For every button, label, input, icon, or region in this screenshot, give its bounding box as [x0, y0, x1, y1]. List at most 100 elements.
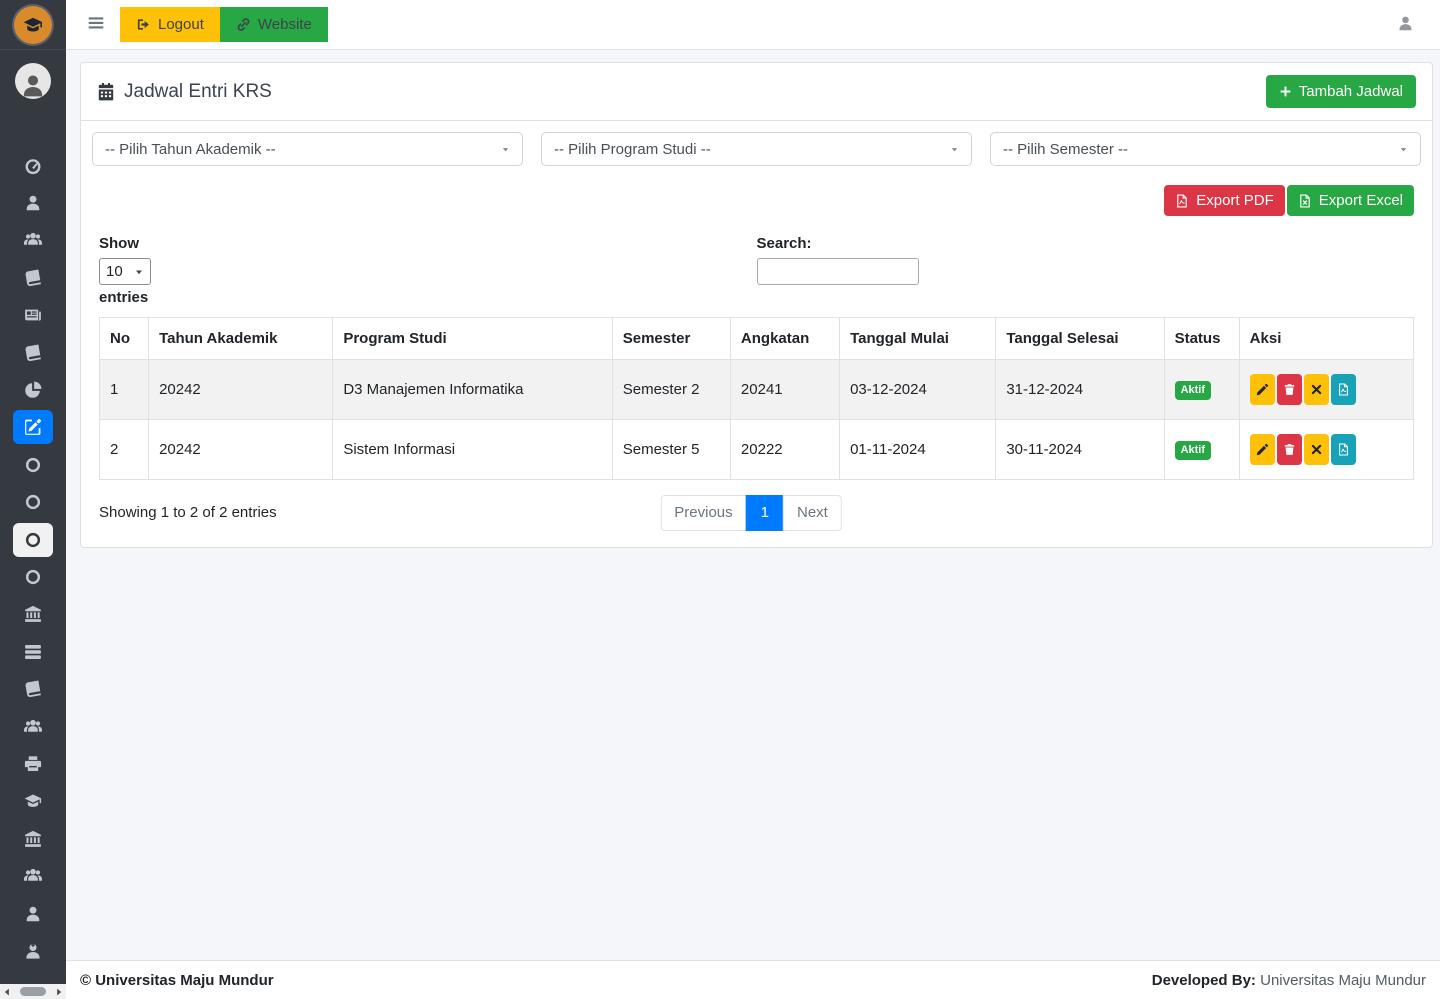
- export-pdf-button[interactable]: Export PDF: [1164, 185, 1285, 216]
- book-icon: [24, 344, 42, 362]
- column-header[interactable]: Angkatan: [730, 318, 839, 360]
- sidebar-item-users[interactable]: [0, 222, 66, 259]
- circle-icon: [24, 493, 42, 511]
- column-header[interactable]: Status: [1164, 318, 1239, 360]
- sidebar-item-box: [13, 897, 53, 931]
- tambah-jadwal-button[interactable]: Tambah Jadwal: [1266, 75, 1416, 108]
- column-header[interactable]: Tanggal Selesai: [996, 318, 1164, 360]
- sidebar-item-sub-3[interactable]: [0, 521, 66, 558]
- sidebar-item-newspaper[interactable]: [0, 297, 66, 334]
- circle-icon: [24, 456, 42, 474]
- pagination: Previous 1 Next: [660, 495, 842, 531]
- column-header[interactable]: Semester: [612, 318, 730, 360]
- delete-action-button[interactable]: [1277, 374, 1302, 405]
- developed-by-value: Universitas Maju Mundur: [1256, 972, 1426, 989]
- sidebar-item-sub-1[interactable]: [0, 446, 66, 483]
- sidebar-item-box: [13, 560, 53, 594]
- sidebar-item-box: [13, 149, 53, 183]
- pagination-next[interactable]: Next: [783, 495, 842, 531]
- jadwal-table: NoTahun AkademikProgram StudiSemesterAng…: [99, 317, 1414, 480]
- delete-action-button[interactable]: [1277, 434, 1302, 465]
- main-area: Logout Website Jadwal Entri KRS: [66, 0, 1440, 999]
- page-length-value: 10: [106, 263, 123, 280]
- sidebar-item-book-1[interactable]: [0, 259, 66, 296]
- edit-action-button[interactable]: [1250, 434, 1275, 465]
- app-window: Logout Website Jadwal Entri KRS: [0, 0, 1440, 999]
- edit-action-button[interactable]: [1250, 374, 1275, 405]
- sidebar-item-data-server[interactable]: [0, 633, 66, 670]
- card-header: Jadwal Entri KRS Tambah Jadwal: [81, 63, 1432, 121]
- sidebar-horizontal-scrollbar[interactable]: [0, 984, 66, 999]
- page-length-select[interactable]: 10: [99, 258, 151, 285]
- caret-down-icon: [950, 145, 959, 154]
- sidebar-item-dashboard[interactable]: [0, 147, 66, 184]
- export-excel-button[interactable]: Export Excel: [1287, 185, 1414, 216]
- search-input[interactable]: [757, 258, 919, 285]
- column-header[interactable]: Aksi: [1239, 318, 1413, 360]
- bank-icon: [24, 605, 42, 623]
- datatable-controls: Show 10 entries Search:: [99, 235, 1414, 307]
- column-header[interactable]: Tahun Akademik: [149, 318, 333, 360]
- card-body: -- Pilih Tahun Akademik -- -- Pilih Progr…: [81, 121, 1432, 547]
- caret-right-icon[interactable]: [54, 987, 64, 997]
- pagination-previous[interactable]: Previous: [660, 495, 746, 531]
- filter-select-value: -- Pilih Tahun Akademik --: [105, 141, 276, 158]
- sidebar-item-group-1[interactable]: [0, 708, 66, 745]
- filter-select-semester[interactable]: -- Pilih Semester --: [990, 132, 1421, 166]
- file-pdf-icon: [1175, 194, 1189, 208]
- sidebar-item-sub-4[interactable]: [0, 558, 66, 595]
- sidebar-item-profile[interactable]: [0, 184, 66, 221]
- sidebar-item-campus-1[interactable]: [0, 596, 66, 633]
- sidebar-item-book-3[interactable]: [0, 670, 66, 707]
- calendar-icon: [97, 83, 115, 101]
- sidebar-item-box: [13, 784, 53, 818]
- user-avatar[interactable]: [15, 63, 51, 99]
- book-icon: [24, 680, 42, 698]
- sidebar-item-graduation[interactable]: [0, 783, 66, 820]
- pencil-icon: [1256, 443, 1269, 456]
- column-header[interactable]: No: [100, 318, 149, 360]
- sidebar-item-sub-2[interactable]: [0, 484, 66, 521]
- sidebar-toggle-button[interactable]: [85, 14, 107, 36]
- page-title: Jadwal Entri KRS: [97, 81, 272, 103]
- table-info: Showing 1 to 2 of 2 entries: [99, 504, 277, 521]
- sidebar-item-box: [13, 373, 53, 407]
- select-caret-icon: [134, 267, 144, 277]
- column-header[interactable]: Tanggal Mulai: [840, 318, 996, 360]
- table-header-row: NoTahun AkademikProgram StudiSemesterAng…: [100, 318, 1414, 360]
- sidebar-item-box: [13, 298, 53, 332]
- sidebar-item-group-2[interactable]: [0, 857, 66, 894]
- table-head: NoTahun AkademikProgram StudiSemesterAng…: [100, 318, 1414, 360]
- sidebar-item-staff[interactable]: [0, 932, 66, 969]
- deactivate-action-button[interactable]: [1304, 374, 1329, 405]
- sidebar-item-campus-2[interactable]: [0, 820, 66, 857]
- logout-button[interactable]: Logout: [120, 7, 220, 42]
- edit-icon: [24, 418, 42, 436]
- print-pdf-action-button[interactable]: [1331, 374, 1356, 405]
- website-button[interactable]: Website: [220, 7, 328, 42]
- filter-select-program-studi[interactable]: -- Pilih Program Studi --: [541, 132, 972, 166]
- tambah-jadwal-label: Tambah Jadwal: [1299, 83, 1403, 100]
- sidebar-item-chart[interactable]: [0, 371, 66, 408]
- sidebar-item-print[interactable]: [0, 745, 66, 782]
- pagination-page-1[interactable]: 1: [746, 495, 784, 531]
- sidebar-item-box: [13, 448, 53, 482]
- caret-left-icon[interactable]: [2, 987, 12, 997]
- column-header[interactable]: Program Studi: [333, 318, 612, 360]
- deactivate-action-button[interactable]: [1304, 434, 1329, 465]
- table-cell: 31-12-2024: [996, 360, 1164, 420]
- sidebar-item-user-2[interactable]: [0, 895, 66, 932]
- status-cell: Aktif: [1164, 420, 1239, 480]
- table-cell: 20242: [149, 420, 333, 480]
- sidebar-item-box: [13, 336, 53, 370]
- brand[interactable]: [0, 0, 66, 50]
- trash-icon: [1283, 443, 1296, 456]
- scrollbar-thumb[interactable]: [20, 987, 46, 996]
- print-pdf-action-button[interactable]: [1331, 434, 1356, 465]
- sidebar-item-book-2[interactable]: [0, 334, 66, 371]
- x-icon: [1310, 383, 1323, 396]
- filter-select-tahun-akademik[interactable]: -- Pilih Tahun Akademik --: [92, 132, 523, 166]
- sidebar-item-entri-krs[interactable]: [0, 409, 66, 446]
- sidebar-item-box: [13, 859, 53, 893]
- user-menu-button[interactable]: [1397, 15, 1414, 35]
